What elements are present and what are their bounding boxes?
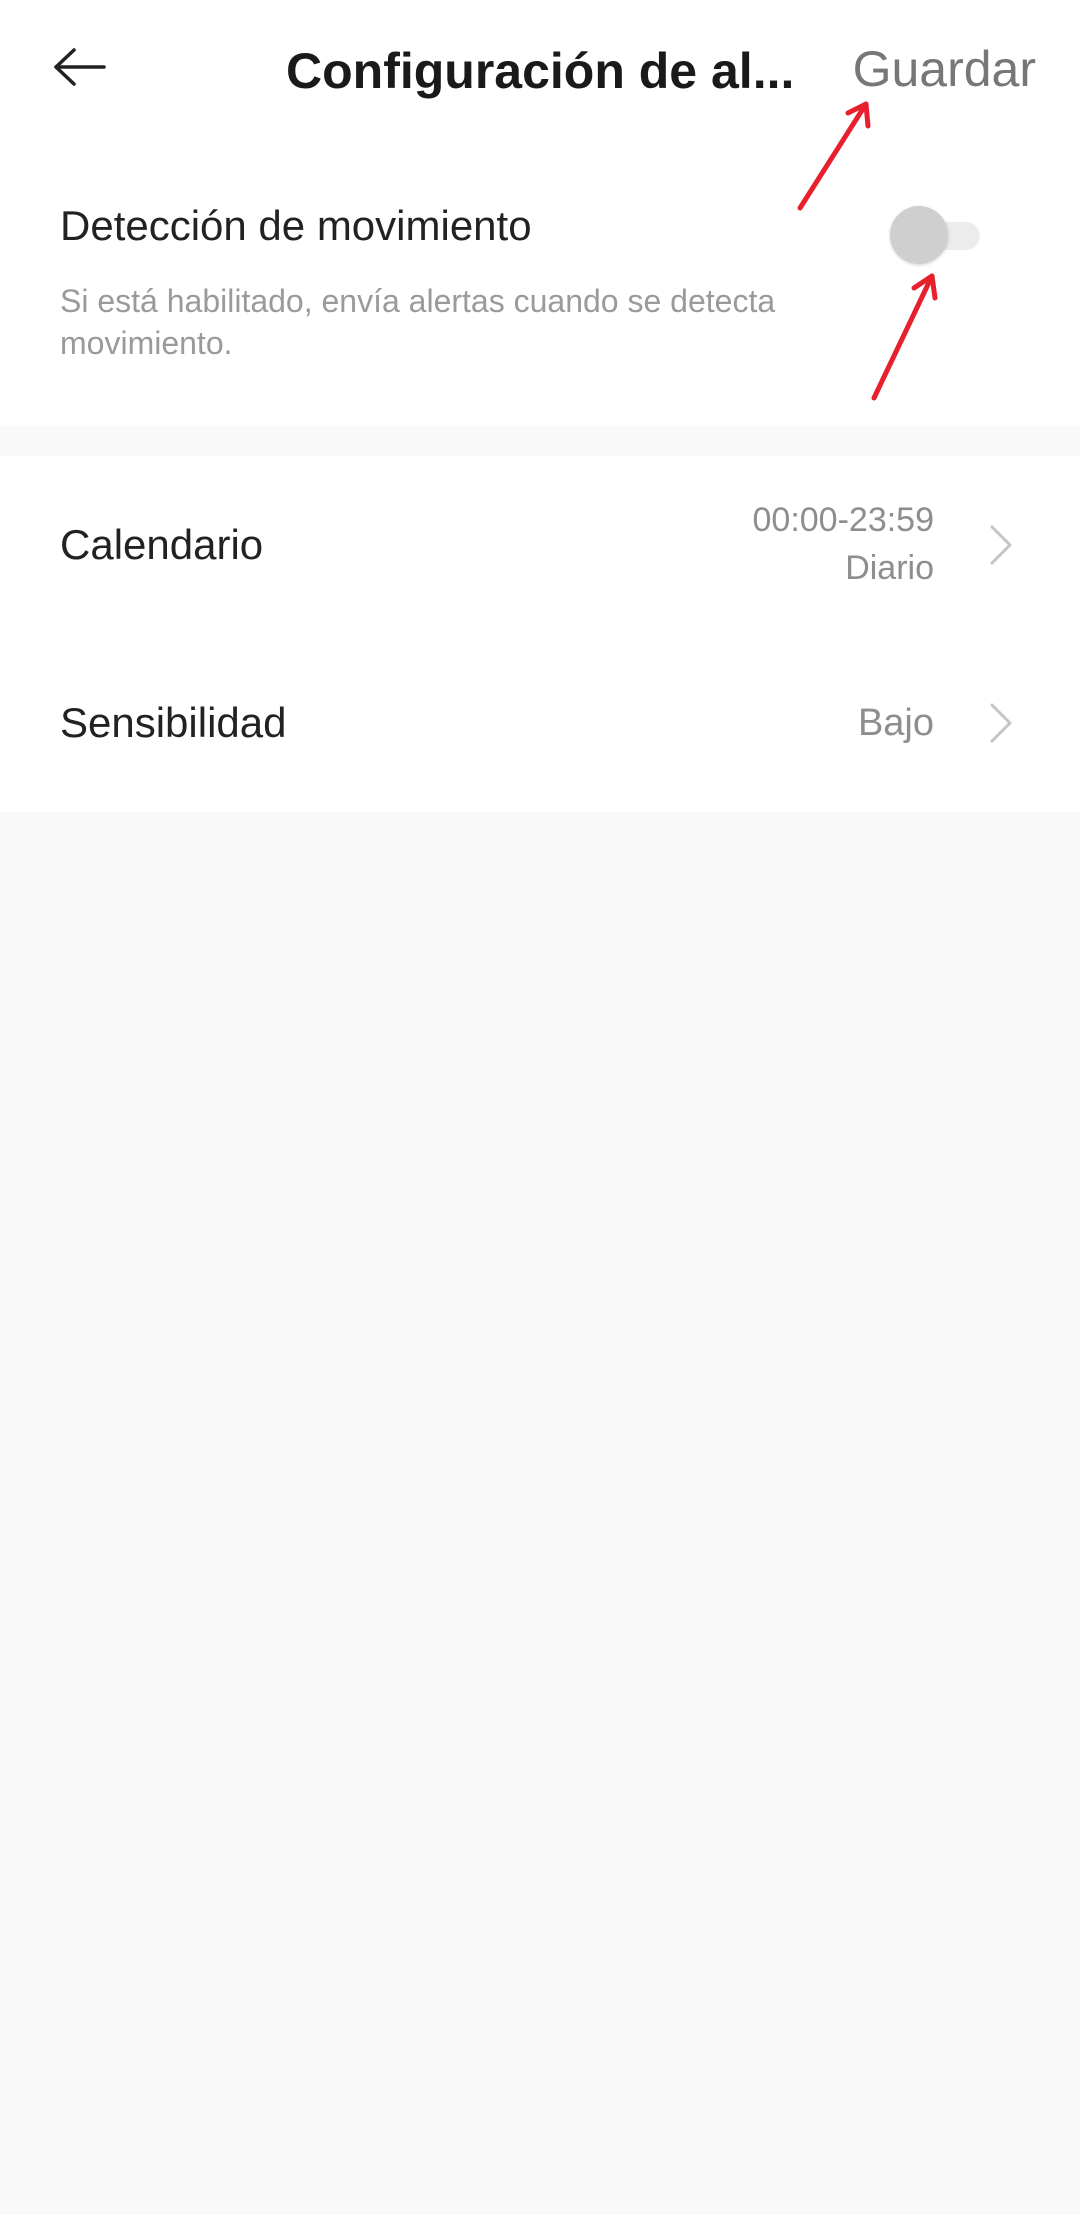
schedule-row[interactable]: Calendario 00:00-23:59 Diario [0, 456, 1080, 634]
schedule-repeat: Diario [845, 549, 934, 587]
schedule-value: 00:00-23:59 Diario [753, 496, 935, 592]
motion-detection-description: Si está habilitado, envía alertas cuando… [60, 283, 776, 361]
schedule-label: Calendario [60, 521, 264, 568]
toggle-thumb [890, 206, 948, 264]
back-button[interactable] [40, 32, 120, 102]
motion-detection-toggle[interactable] [890, 202, 990, 268]
schedule-time: 00:00-23:59 [752, 501, 935, 539]
motion-detection-section: Detección de movimiento Si está habilita… [0, 140, 1080, 426]
save-button[interactable]: Guardar [853, 32, 1036, 106]
settings-list: Calendario 00:00-23:59 Diario Sensibilid… [0, 456, 1080, 812]
page-title: Configuración de al... [286, 43, 795, 99]
motion-detection-label: Detección de movimiento [60, 202, 532, 249]
arrow-left-icon [54, 48, 106, 86]
chevron-right-icon [990, 525, 1012, 565]
sensitivity-value: Bajo [857, 702, 934, 744]
chevron-right-icon [990, 703, 1012, 743]
sensitivity-label: Sensibilidad [60, 699, 287, 746]
top-bar: Configuración de al... Guardar [0, 0, 1080, 140]
sensitivity-row[interactable]: Sensibilidad Bajo [0, 634, 1080, 812]
